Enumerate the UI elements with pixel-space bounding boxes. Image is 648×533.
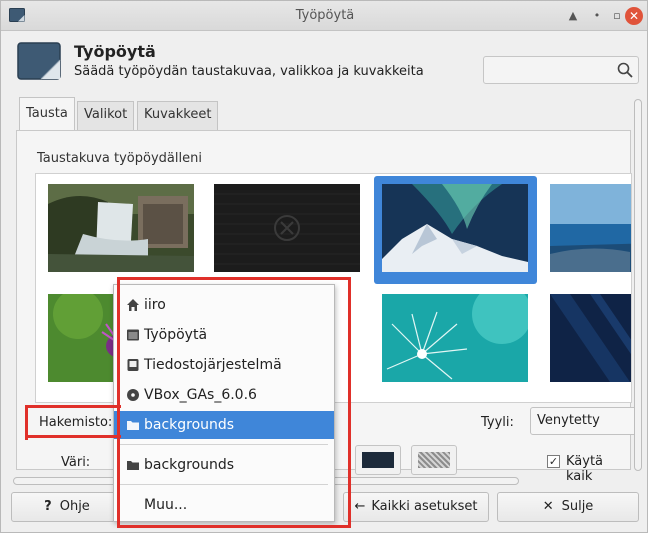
help-icon: ?: [44, 499, 52, 514]
secondary-color-swatch: [418, 452, 450, 468]
vertical-scrollbar-thumb[interactable]: [634, 99, 642, 471]
tab-menus[interactable]: Valikot: [77, 101, 135, 131]
tab-icons[interactable]: Kuvakkeet: [137, 101, 219, 131]
dialog-header: Työpöytä Säädä työpöydän taustakuvaa, va…: [1, 32, 647, 96]
secondary-color-button[interactable]: [411, 445, 457, 475]
close-button-label: Sulje: [561, 499, 594, 514]
header-title: Työpöytä: [74, 42, 156, 61]
apply-all-checkbox[interactable]: ✓: [547, 455, 560, 468]
wallpaper-thumbnail[interactable]: [382, 294, 528, 382]
wallpaper-thumbnail[interactable]: [48, 184, 194, 272]
vertical-scrollbar[interactable]: [633, 93, 643, 473]
search-icon[interactable]: [616, 61, 634, 79]
wallpaper-thumbnail[interactable]: [214, 184, 360, 272]
annotation-line: [25, 435, 121, 438]
maximize-button[interactable]: ▫: [607, 6, 627, 26]
help-button[interactable]: ? Ohje: [11, 492, 123, 522]
close-window-button[interactable]: ✕: [625, 7, 643, 25]
back-arrow-icon: ←: [354, 499, 366, 514]
style-select[interactable]: Venytetty: [530, 407, 640, 435]
shade-button[interactable]: ▲: [563, 6, 583, 26]
tab-background[interactable]: Tausta: [19, 97, 75, 131]
desktop-settings-window: Työpöytä ▲ • ▫ ✕ Työpöytä Säädä työpöydä…: [0, 0, 648, 533]
color-label: Väri:: [61, 455, 91, 470]
header-subtitle: Säädä työpöydän taustakuvaa, valikkoa ja…: [74, 64, 424, 79]
all-settings-button[interactable]: ← Kaikki asetukset: [343, 492, 489, 522]
desktop-icon: [17, 42, 61, 80]
all-settings-label: Kaikki asetukset: [371, 499, 478, 514]
wallpaper-thumbnail[interactable]: [550, 184, 632, 272]
close-button[interactable]: ✕ Sulje: [497, 492, 639, 522]
close-icon: ✕: [542, 499, 554, 514]
help-button-label: Ohje: [59, 499, 90, 514]
search-input[interactable]: [483, 56, 639, 84]
wallpaper-thumbnail[interactable]: [550, 294, 632, 382]
minimize-button[interactable]: •: [587, 6, 607, 26]
wallpaper-section-label: Taustakuva työpöydälleni: [37, 151, 202, 166]
title-bar: Työpöytä ▲ • ▫ ✕: [1, 1, 647, 31]
annotation-box: [117, 277, 351, 528]
window-title: Työpöytä: [295, 8, 355, 23]
style-label: Tyyli:: [481, 415, 514, 430]
primary-color-button[interactable]: [355, 445, 401, 475]
wallpaper-thumbnail-selected[interactable]: [382, 184, 528, 272]
primary-color-swatch: [362, 452, 394, 468]
